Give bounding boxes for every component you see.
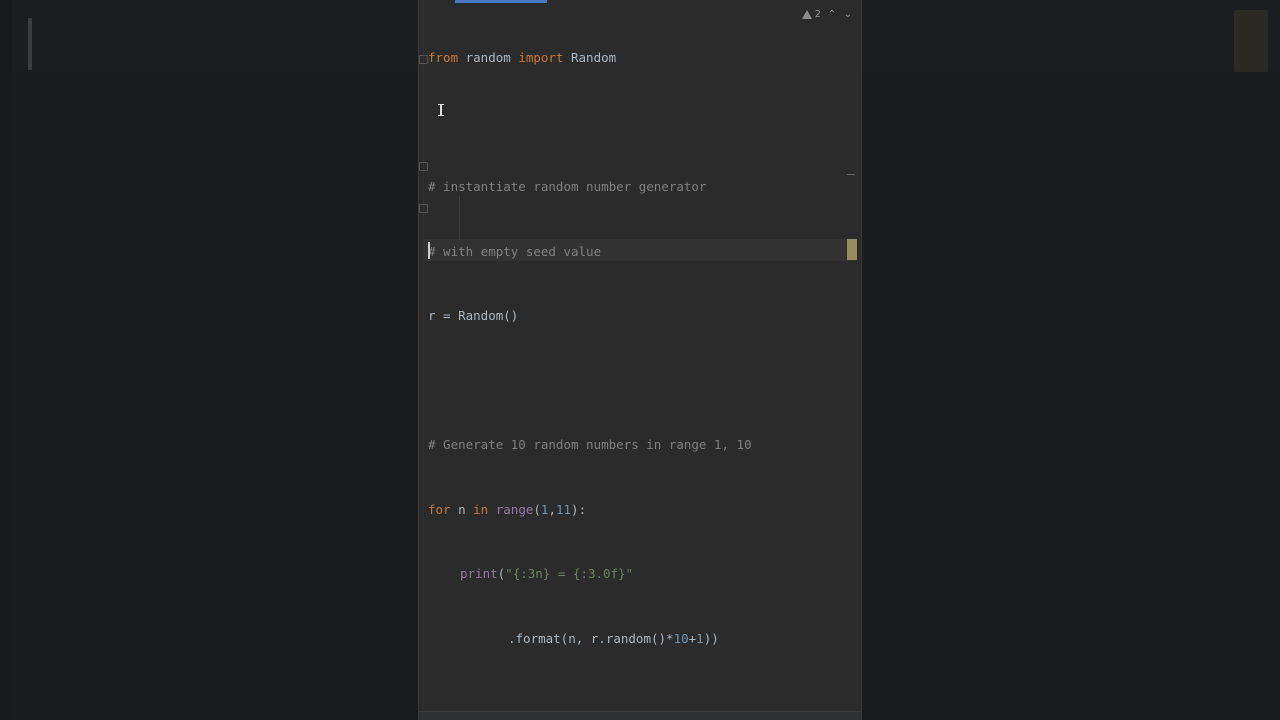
- comma-token: ,: [548, 501, 556, 517]
- code-editor[interactable]: 2 ⌃ ⌄ from random import Random # instan…: [418, 0, 862, 720]
- builtin-token: range: [495, 501, 534, 517]
- code-line-9: print("{:3n} = {:3.0f}": [428, 563, 861, 585]
- comment-token: # with empty seed value: [428, 243, 602, 259]
- number-token: 10: [673, 630, 689, 646]
- mouse-ibeam-cursor-icon: [438, 104, 444, 116]
- paren-token: ):: [571, 501, 587, 517]
- right-top-band: [862, 0, 1280, 72]
- identifier-token: n: [450, 501, 474, 517]
- left-top-band: [12, 0, 418, 72]
- code-line-1: from random import Random: [428, 47, 861, 69]
- statement-token: r = Random(): [428, 308, 519, 323]
- comment-token: # instantiate random number generator: [428, 179, 707, 194]
- left-edge-strip: [0, 0, 12, 720]
- scrollbar-dash-marker: [847, 174, 855, 175]
- gutter-line: [423, 0, 424, 712]
- comment-token: # Generate 10 random numbers in range 1,…: [428, 437, 752, 452]
- code-line-10: .format(n, r.random()*10+1)): [428, 628, 861, 650]
- fold-marker-icon[interactable]: [419, 162, 428, 171]
- fold-end-marker-icon[interactable]: [419, 204, 428, 213]
- keyword-token: for: [428, 501, 451, 517]
- left-pane-caret: [28, 18, 32, 70]
- code-area[interactable]: from random import Random # instantiate …: [428, 4, 861, 692]
- keyword-token: from: [428, 50, 459, 65]
- code-line-7: # Generate 10 random numbers in range 1,…: [428, 434, 861, 456]
- method-token: .format(n, r.random()*: [508, 630, 674, 646]
- paren-token: )): [703, 630, 719, 646]
- code-line-3: # instantiate random number generator: [428, 176, 861, 198]
- horizontal-scrollbar[interactable]: [419, 711, 861, 720]
- active-tab-indicator: [455, 0, 547, 3]
- right-editor-pane: [862, 0, 1280, 720]
- fold-marker-icon[interactable]: [419, 55, 428, 64]
- text-caret: [428, 242, 430, 259]
- identifier-token: random: [458, 50, 519, 65]
- left-editor-pane: [0, 0, 418, 720]
- code-line-5: r = Random(): [428, 305, 861, 327]
- identifier-token: Random: [563, 50, 617, 65]
- code-line-8: for n in range(1,11):: [428, 499, 861, 521]
- keyword-token: in: [473, 501, 489, 517]
- right-scroll-thumb[interactable]: [1234, 10, 1268, 72]
- scrollbar-marker[interactable]: [847, 239, 857, 260]
- builtin-token: print: [460, 566, 498, 581]
- string-token: "{:3n} = {:3.0f}": [505, 566, 634, 581]
- code-line-4: # with empty seed value: [428, 241, 861, 263]
- number-token: 1: [696, 630, 704, 646]
- number-token: 11: [555, 501, 572, 517]
- keyword-token: import: [518, 50, 564, 65]
- paren-token: (: [533, 501, 541, 517]
